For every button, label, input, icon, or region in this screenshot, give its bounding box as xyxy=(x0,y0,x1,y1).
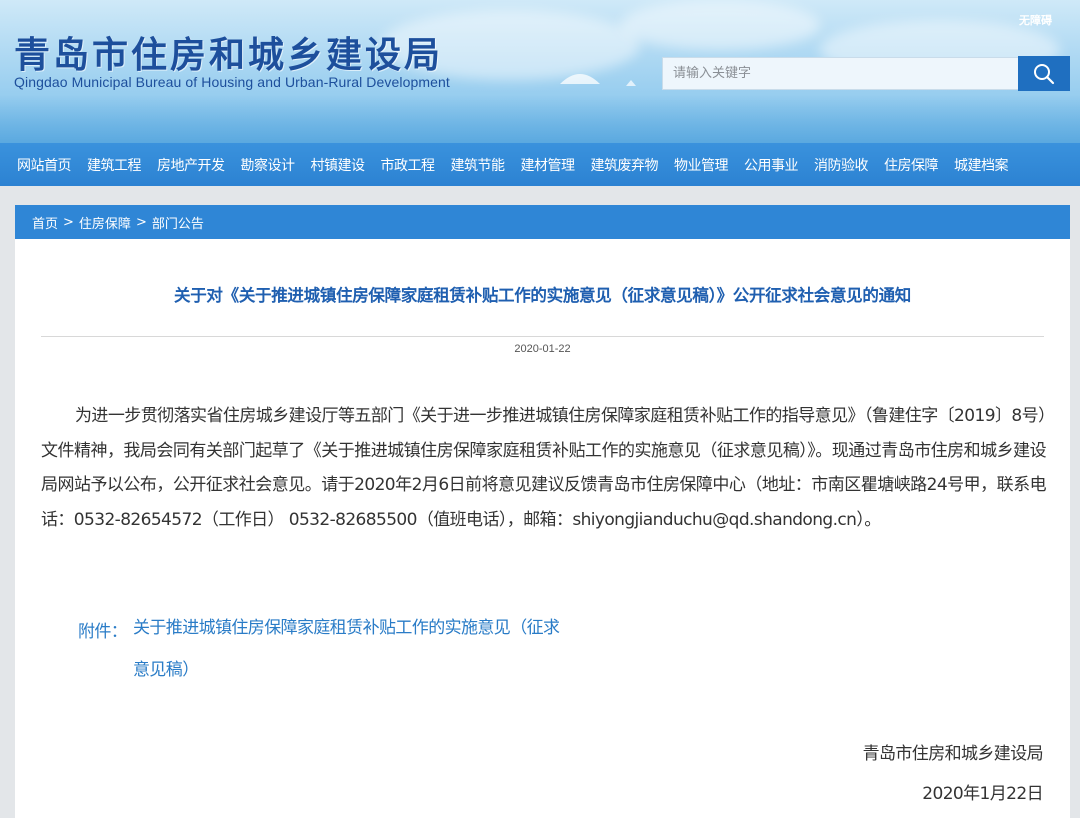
article-date: 2020-01-22 xyxy=(514,343,571,355)
accessibility-link[interactable]: 无障碍 xyxy=(1019,12,1052,28)
nav-item-fire-acceptance[interactable]: 消防验收 xyxy=(814,155,869,175)
nav-item-property[interactable]: 物业管理 xyxy=(674,155,729,175)
breadcrumb-separator: > xyxy=(63,214,74,230)
article-title: 关于对《关于推进城镇住房保障家庭租赁补贴工作的实施意见（征求意见稿）》公开征求社… xyxy=(174,286,911,305)
search-button[interactable] xyxy=(1018,56,1070,91)
nav-item-energy-saving[interactable]: 建筑节能 xyxy=(451,155,506,175)
signature-organization: 青岛市住房和城乡建设局 xyxy=(862,744,1044,764)
nav-item-archives[interactable]: 城建档案 xyxy=(954,155,1009,175)
nav-item-municipal[interactable]: 市政工程 xyxy=(381,155,436,175)
article-panel: 关于对《关于推进城镇住房保障家庭租赁补贴工作的实施意见（征求意见稿）》公开征求社… xyxy=(15,239,1070,818)
sailboat-decoration xyxy=(626,80,636,86)
main-nav: 网站首页 建筑工程 房地产开发 勘察设计 村镇建设 市政工程 建筑节能 建材管理… xyxy=(0,143,1080,186)
site-header: 青岛市住房和城乡建设局 Qingdao Municipal Bureau of … xyxy=(0,0,1080,143)
attachment-link[interactable]: 关于推进城镇住房保障家庭租赁补贴工作的实施意见（征求意见稿） xyxy=(133,607,573,691)
site-title: 青岛市住房和城乡建设局 xyxy=(14,34,444,76)
sailboat-decoration xyxy=(560,74,600,84)
nav-item-survey-design[interactable]: 勘察设计 xyxy=(241,155,296,175)
nav-item-utilities[interactable]: 公用事业 xyxy=(744,155,799,175)
nav-item-village-town[interactable]: 村镇建设 xyxy=(311,155,366,175)
breadcrumb: 首页 > 住房保障 > 部门公告 xyxy=(15,205,1070,239)
nav-item-housing-security[interactable]: 住房保障 xyxy=(884,155,939,175)
search-input[interactable] xyxy=(662,57,1018,90)
breadcrumb-home[interactable]: 首页 xyxy=(32,213,58,232)
nav-item-materials[interactable]: 建材管理 xyxy=(521,155,576,175)
title-divider xyxy=(41,336,1044,337)
nav-item-real-estate[interactable]: 房地产开发 xyxy=(157,155,225,175)
signature-date: 2020年1月22日 xyxy=(922,784,1043,804)
breadcrumb-department-notice[interactable]: 部门公告 xyxy=(152,213,204,232)
nav-item-construction[interactable]: 建筑工程 xyxy=(87,155,142,175)
article-body: 为进一步贯彻落实省住房城乡建设厅等五部门《关于进一步推进城镇住房保障家庭租赁补贴… xyxy=(41,406,1047,530)
site-subtitle: Qingdao Municipal Bureau of Housing and … xyxy=(14,74,450,90)
nav-item-home[interactable]: 网站首页 xyxy=(17,155,72,175)
header-water-decoration xyxy=(0,95,1080,143)
search-icon xyxy=(1034,63,1055,84)
header-cloud-decoration xyxy=(620,0,820,50)
breadcrumb-separator: > xyxy=(135,214,147,230)
attachment-label: 附件： xyxy=(78,622,128,642)
breadcrumb-housing-security[interactable]: 住房保障 xyxy=(79,213,131,232)
nav-item-waste[interactable]: 建筑废弃物 xyxy=(591,155,659,175)
